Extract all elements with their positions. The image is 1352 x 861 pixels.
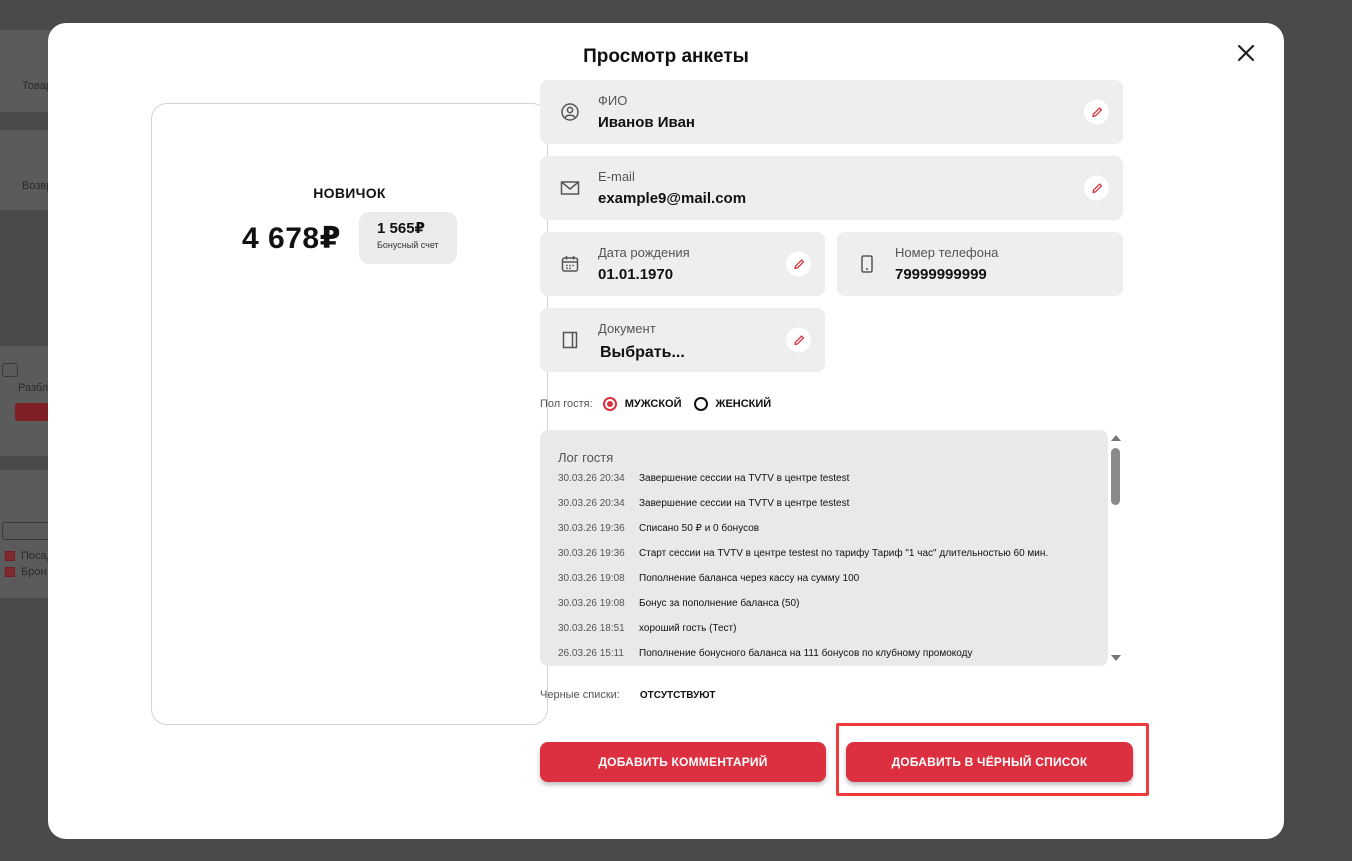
log-scrollbar[interactable] bbox=[1109, 430, 1123, 666]
log-text: хороший гость (Тест) bbox=[639, 623, 737, 634]
edit-birthdate-button[interactable] bbox=[786, 251, 811, 277]
log-text: Завершение сессии на TVTV в центре teste… bbox=[639, 473, 850, 484]
pencil-icon bbox=[1091, 182, 1102, 193]
gender-female-radio[interactable]: ЖЕНСКИЙ bbox=[693, 397, 772, 411]
radio-empty-icon bbox=[693, 397, 708, 411]
email-value: example9@mail.com bbox=[598, 190, 747, 207]
document-field: Документ Выбрать... bbox=[540, 308, 825, 372]
log-entry: 30.03.26 20:34 Завершение сессии на TVTV … bbox=[558, 498, 849, 509]
log-entry: 30.03.26 19:08 Бонус за пополнение баланс… bbox=[558, 598, 799, 609]
log-text: Списано 50 ₽ и 0 бонусов bbox=[639, 523, 760, 534]
log-entry: 30.03.26 18:51 хороший гость (Тест) bbox=[558, 623, 736, 634]
birthdate-label: Дата рождения bbox=[598, 245, 690, 260]
close-icon[interactable] bbox=[1234, 41, 1258, 65]
log-date: 30.03.26 19:08 bbox=[558, 573, 625, 584]
log-text: Завершение сессии на TVTV в центре teste… bbox=[639, 498, 850, 509]
user-circle-icon bbox=[560, 102, 580, 122]
log-entry: 30.03.26 20:34 Завершение сессии на TVTV … bbox=[558, 473, 849, 484]
log-text: Пополнение баланса через кассу на сумму … bbox=[639, 573, 860, 584]
add-to-blacklist-button[interactable]: ДОБАВИТЬ В ЧЁРНЫЙ СПИСОК bbox=[846, 742, 1133, 782]
scroll-up-icon[interactable] bbox=[1111, 435, 1121, 441]
pencil-icon bbox=[1091, 106, 1102, 117]
bg-select bbox=[2, 363, 18, 377]
document-label: Документ bbox=[598, 321, 656, 336]
radio-selected-icon bbox=[602, 397, 617, 411]
edit-fio-button[interactable] bbox=[1084, 99, 1109, 125]
log-date: 30.03.26 18:51 bbox=[558, 623, 625, 634]
calendar-icon bbox=[560, 254, 580, 274]
log-date: 26.03.26 15:11 bbox=[558, 648, 624, 659]
document-value[interactable]: Выбрать... bbox=[600, 344, 685, 362]
bonus-label: Бонусный счет bbox=[377, 240, 439, 250]
balance-value: 4 678₽ bbox=[242, 222, 341, 255]
email-label: E-mail bbox=[598, 169, 635, 184]
bg-text: Брон bbox=[21, 566, 47, 578]
birthdate-value: 01.01.1970 bbox=[598, 266, 674, 283]
email-field: E-mail example9@mail.com bbox=[540, 156, 1123, 220]
gender-male-label: МУЖСКОЙ bbox=[624, 398, 682, 410]
phone-label: Номер телефона bbox=[895, 245, 999, 260]
document-icon bbox=[560, 330, 580, 350]
phone-field: Номер телефона 79999999999 bbox=[837, 232, 1123, 296]
blacklist-value: ОТСУТСТВУЮТ bbox=[639, 689, 716, 701]
log-entry: 26.03.26 15:11 Пополнение бонусного балан… bbox=[558, 648, 972, 659]
pencil-icon bbox=[793, 334, 804, 345]
scroll-down-icon[interactable] bbox=[1111, 655, 1121, 661]
gender-label: Пол гостя: bbox=[540, 398, 593, 410]
gender-male-radio[interactable]: МУЖСКОЙ bbox=[602, 397, 682, 411]
bg-checkbox bbox=[5, 551, 15, 561]
birthdate-field: Дата рождения 01.01.1970 bbox=[540, 232, 825, 296]
log-text: Бонус за пополнение баланса (50) bbox=[639, 598, 800, 609]
log-text: Старт сессии на TVTV в центре testest по… bbox=[639, 548, 1049, 559]
blacklist-status: Черные списки: ОТСУТСТВУЮТ bbox=[540, 689, 715, 701]
bg-text: Разбл bbox=[18, 382, 49, 394]
fio-label: ФИО bbox=[598, 93, 628, 108]
log-entry: 30.03.26 19:36 Списано 50 ₽ и 0 бонусов bbox=[558, 523, 759, 534]
edit-email-button[interactable] bbox=[1084, 175, 1109, 201]
log-date: 30.03.26 19:36 bbox=[558, 548, 625, 559]
envelope-icon bbox=[560, 178, 580, 198]
edit-document-button[interactable] bbox=[786, 327, 811, 353]
pencil-icon bbox=[793, 258, 804, 269]
bonus-value: 1 565₽ bbox=[377, 220, 425, 237]
bg-checkbox bbox=[5, 567, 15, 577]
phone-value: 79999999999 bbox=[895, 266, 987, 283]
log-title: Лог гостя bbox=[558, 450, 614, 465]
log-date: 30.03.26 20:34 bbox=[558, 473, 625, 484]
log-entry: 30.03.26 19:36 Старт сессии на TVTV в цен… bbox=[558, 548, 1048, 559]
add-comment-button[interactable]: ДОБАВИТЬ КОММЕНТАРИЙ bbox=[540, 742, 826, 782]
guest-card: НОВИЧОК 4 678₽ 1 565₽ Бонусный счет bbox=[151, 103, 548, 725]
log-date: 30.03.26 19:08 bbox=[558, 598, 625, 609]
fio-field: ФИО Иванов Иван bbox=[540, 80, 1123, 144]
phone-icon bbox=[857, 254, 877, 274]
fio-value: Иванов Иван bbox=[598, 114, 695, 131]
guest-level: НОВИЧОК bbox=[313, 185, 386, 201]
guest-log: Лог гостя 30.03.26 20:34 Завершение сесси… bbox=[540, 430, 1108, 666]
log-text: Пополнение бонусного баланса на 111 бону… bbox=[639, 648, 973, 659]
log-entry: 30.03.26 19:08 Пополнение баланса через к… bbox=[558, 573, 859, 584]
blacklist-label: Черные списки: bbox=[540, 689, 620, 701]
gender-female-label: ЖЕНСКИЙ bbox=[715, 398, 772, 410]
log-date: 30.03.26 19:36 bbox=[558, 523, 625, 534]
bonus-account: 1 565₽ Бонусный счет bbox=[359, 212, 457, 264]
gender-selector: Пол гостя: МУЖСКОЙ ЖЕНСКИЙ bbox=[540, 396, 783, 412]
modal-title: Просмотр анкеты bbox=[583, 46, 749, 67]
log-date: 30.03.26 20:34 bbox=[558, 498, 625, 509]
scroll-thumb[interactable] bbox=[1111, 448, 1120, 505]
